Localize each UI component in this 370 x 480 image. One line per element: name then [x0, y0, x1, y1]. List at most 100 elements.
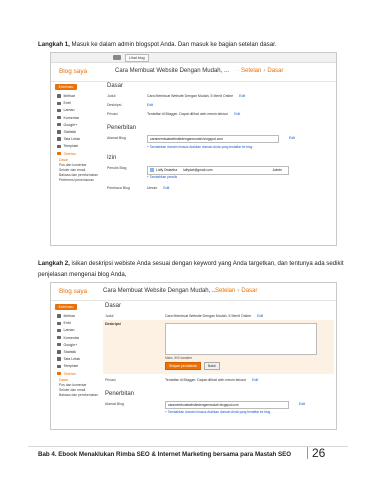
author-name: Lutfy Dwiartha [156, 168, 178, 172]
blog-name[interactable]: Blog saya [59, 68, 87, 75]
publish-heading: Penerbitan [107, 125, 137, 131]
author-role[interactable]: Admin [273, 167, 282, 174]
title-value: Cara Membuat Website Dengan Mudah, 5 Men… [147, 94, 234, 98]
sidebar-item-comments[interactable]: Komentar [51, 335, 103, 342]
blog-address-field[interactable]: caramembuatwebsitedenganmudah.blogspot.c… [147, 135, 279, 143]
breadcrumb: · Setelan › Dasar [211, 288, 258, 294]
permissions-heading: Izin [107, 155, 117, 161]
char-count: Maks. 500 karakter [165, 356, 193, 360]
privacy-label: Privasi [107, 112, 118, 116]
sidebar-item-layout[interactable]: Tata Letak [51, 136, 103, 143]
sidebar-item-overview[interactable]: Ikhtisar [51, 313, 103, 320]
title-label: Judul [107, 94, 116, 98]
posts-icon [57, 321, 61, 325]
step-2-text: isikan deskripsi webiste Anda sesuai den… [38, 260, 344, 278]
settings-row-title: Judul Cara Membuat Website Dengan Mudah,… [107, 92, 332, 101]
post-title: Cara Membuat Website Dengan Mudah, ... [103, 288, 217, 294]
title-edit-link[interactable]: Edit [239, 94, 245, 98]
sidebar-item-stats[interactable]: Statistik [51, 349, 103, 356]
blog-address-label: Alamat Blog [107, 136, 126, 140]
settings-panel: Dasar Judul Cara Membuat Website Dengan … [103, 301, 334, 429]
blog-address-value: caramembuatwebsitedenganmudah.blogspot.c… [168, 403, 239, 407]
post-title: Cara Membuat Website Dengan Mudah, ... [115, 68, 229, 74]
blog-authors-label: Penulis Blog [107, 166, 127, 170]
sidebar: Entri baru Ikhtisar Entri Laman Komentar… [51, 81, 103, 245]
step-1-text: Masuk ke dalam admin blogspot Anda. Dan … [69, 41, 277, 48]
wrench-icon [57, 151, 61, 156]
custom-domain-hint[interactable]: + Tambahkan domain khusus Arahkan domain… [165, 410, 332, 414]
new-post-button[interactable]: Entri baru [55, 84, 77, 90]
settings-row-readers: Pembaca Blog Umum Edit [107, 184, 332, 193]
google-plus-icon [57, 123, 61, 127]
sidebar-sub-search-preferences[interactable]: Preferensi penelusuran [51, 178, 103, 183]
blog-readers-label: Pembaca Blog [107, 186, 130, 190]
sidebar-item-google-plus[interactable]: Google+ [51, 342, 103, 349]
layout-icon [57, 357, 61, 361]
description-editor: Deskripsi Maks. 500 karakter Simpan peru… [103, 320, 334, 374]
view-blog-button[interactable]: Lihat blog [125, 54, 149, 62]
crumb-basic: Dasar [241, 288, 258, 294]
sidebar-item-settings[interactable]: Setelan [51, 371, 103, 378]
add-author-link[interactable]: + Tambahkan penulis [147, 175, 177, 180]
blog-address-edit-link[interactable]: Edit [299, 400, 305, 408]
settings-row-authors: Penulis Blog Lutfy Dwiartha lutfydwi@gmai… [107, 164, 332, 184]
save-changes-button[interactable]: Simpan perubahan [165, 362, 201, 370]
blog-address-field[interactable]: caramembuatwebsitedenganmudah.blogspot.c… [165, 401, 289, 409]
sidebar-sub-language-formatting[interactable]: Bahasa dan pemformatan [51, 173, 103, 178]
basic-heading: Dasar [105, 303, 122, 309]
page-number: 26 [312, 446, 326, 460]
sidebar-item-posts[interactable]: Entri [51, 100, 103, 107]
footer-divider [307, 447, 308, 459]
sidebar-item-google-plus[interactable]: Google+ [51, 122, 103, 129]
layout-icon [57, 137, 61, 141]
settings-row-privacy: Privasi Terdaftar di Blogger. Dapat dili… [107, 110, 332, 119]
sidebar-sub-language-formatting[interactable]: Bahasa dan pemformatan [51, 393, 103, 398]
sidebar-item-template[interactable]: Template [51, 363, 103, 370]
template-icon [57, 364, 61, 369]
crumb-settings[interactable]: Setelan [241, 68, 261, 74]
sidebar-item-stats[interactable]: Statistik [51, 129, 103, 136]
step-1-label: Langkah 1, [38, 41, 70, 48]
cancel-button[interactable]: Batal [204, 362, 220, 370]
footer-text: Bab 4. Ebook Menaklukan Rimba SEO & Inte… [38, 451, 292, 458]
sidebar-item-layout[interactable]: Tata Letak [51, 356, 103, 363]
sidebar-item-posts[interactable]: Entri [51, 320, 103, 327]
pages-icon [57, 328, 61, 333]
title-label: Judul [105, 314, 114, 318]
header: Blog saya Cara Membuat Website Dengan Mu… [51, 63, 336, 82]
screenshot-settings-basic: Lihat blog Blog saya Cara Membuat Websit… [50, 52, 337, 246]
privacy-value: Terdaftar di Blogger. Dapat dilihat oleh… [147, 112, 229, 116]
sidebar-item-settings[interactable]: Setelan [51, 151, 103, 158]
author-entry: Lutfy Dwiartha lutfydwi@gmail.com Admin [147, 166, 289, 175]
stats-icon [57, 350, 61, 354]
new-post-button[interactable]: Entri baru [55, 304, 77, 310]
privacy-edit-link[interactable]: Edit [234, 112, 240, 116]
sidebar-item-comments[interactable]: Komentar [51, 115, 103, 122]
sidebar: Entri baru Ikhtisar Entri Laman Komentar… [51, 301, 103, 429]
crumb-settings[interactable]: Setelan [215, 288, 235, 294]
settings-row-privacy: Privasi Terdaftar di Blogger. Dapat dili… [105, 376, 332, 385]
blogger-logo-icon [113, 55, 121, 60]
settings-row-title: Judul Cara Membuat Website Dengan Mudah,… [105, 312, 332, 320]
privacy-label: Privasi [105, 378, 116, 382]
pages-icon [57, 108, 61, 113]
sidebar-item-overview[interactable]: Ikhtisar [51, 93, 103, 100]
template-icon [57, 144, 61, 149]
description-edit-link[interactable]: Edit [147, 103, 153, 107]
settings-row-address: Alamat Blog caramembuatwebsitedenganmuda… [105, 400, 332, 410]
description-textarea[interactable] [165, 323, 317, 355]
sidebar-item-pages[interactable]: Laman [51, 327, 103, 334]
blog-name[interactable]: Blog saya [59, 288, 87, 295]
blog-readers-edit-link[interactable]: Edit [163, 186, 169, 190]
overview-icon [57, 314, 61, 318]
top-bar: Lihat blog [51, 53, 336, 63]
comments-icon [57, 115, 61, 120]
blog-address-edit-link[interactable]: Edit [289, 134, 295, 142]
breadcrumb: · Setelan › Dasar [237, 68, 284, 74]
privacy-edit-link[interactable]: Edit [252, 378, 258, 382]
title-edit-link[interactable]: Edit [257, 314, 263, 318]
sidebar-item-pages[interactable]: Laman [51, 107, 103, 114]
settings-panel: Dasar Judul Cara Membuat Website Dengan … [107, 81, 332, 245]
sidebar-item-template[interactable]: Template [51, 143, 103, 150]
basic-heading: Dasar [107, 83, 124, 89]
